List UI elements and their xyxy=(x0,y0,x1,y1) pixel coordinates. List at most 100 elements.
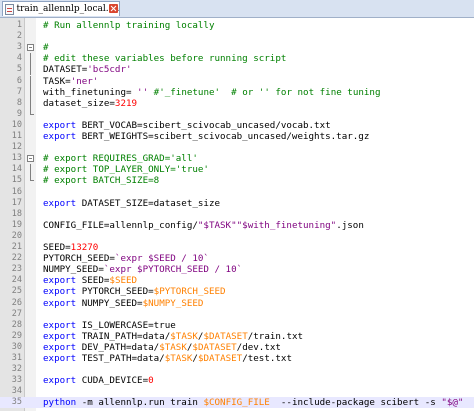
code-line[interactable]: 31 export TEST_PATH=data/$TASK/$DATASET/t… xyxy=(0,353,474,364)
code-line[interactable]: 30 export DEV_PATH=data/$TASK/$DATASET/de… xyxy=(0,342,474,353)
line-number: 31 xyxy=(11,353,22,363)
code-line[interactable]: 28 export IS_LOWERCASE=true xyxy=(0,320,474,331)
code-token: DATASET_SIZE=dataset_size xyxy=(76,197,221,209)
code-token: 13270 xyxy=(70,242,99,253)
code-token: with_finetuning= xyxy=(43,86,138,98)
code-line[interactable]: 34 xyxy=(0,386,474,397)
line-number: 13 xyxy=(11,153,22,164)
code-token: export xyxy=(43,197,77,209)
code-token: 0 xyxy=(148,375,154,387)
line-number: 33 xyxy=(11,375,22,386)
code-text: export TEST_PATH=data/$TASK/$DATASET/tes… xyxy=(43,353,292,364)
code-line[interactable]: 23 NUMPY_SEED=`expr $PYTORCH_SEED / 10` xyxy=(0,264,474,275)
code-line[interactable]: 19 CONFIG_FILE=allennlp_config/"$TASK""$w… xyxy=(0,220,474,231)
line-number: 10 xyxy=(11,119,22,130)
code-token: export xyxy=(43,330,77,342)
code-line[interactable]: 16 xyxy=(0,187,474,198)
code-token: CUDA_DEVICE= xyxy=(76,375,149,387)
code-text: with_finetuning= '' #'_finetune' # or ''… xyxy=(43,87,380,98)
line-number: 14 xyxy=(11,164,22,175)
code-text: # export BATCH_SIZE=8 xyxy=(43,175,159,186)
code-token: PYTORCH_SEED= xyxy=(76,286,154,298)
code-token: -m allennlp.run train xyxy=(76,397,204,409)
code-line[interactable]: 13 # export REQUIRES_GRAD='all' xyxy=(0,153,474,164)
code-text: export IS_LOWERCASE=true xyxy=(43,320,176,331)
code-line[interactable]: 2 xyxy=(0,31,474,42)
code-editor[interactable]: 1 # Run allennlp training locally 2 3 #4 # ed… xyxy=(0,18,474,411)
line-number: 8 xyxy=(16,97,22,108)
code-token: export xyxy=(43,297,77,309)
code-token: export xyxy=(43,286,77,298)
code-text: python -m allennlp.run train $CONFIG_FIL… xyxy=(43,397,463,408)
code-line[interactable]: 4 # edit these variables before running s… xyxy=(0,53,474,65)
code-line[interactable]: 24 export SEED=$SEED xyxy=(0,275,474,286)
code-line[interactable]: 35 python -m allennlp.run train $CONFIG_F… xyxy=(0,397,474,409)
code-text: export PYTORCH_SEED=$PYTORCH_SEED xyxy=(43,286,226,297)
code-line[interactable]: 3 # xyxy=(0,42,474,53)
fold-line xyxy=(30,97,31,109)
code-token: /test.txt xyxy=(242,353,292,364)
code-token: $CONFIG_FILE xyxy=(203,397,270,409)
line-number: 16 xyxy=(11,186,22,197)
code-line[interactable]: 18 xyxy=(0,209,474,220)
code-line[interactable]: 25 export PYTORCH_SEED=$PYTORCH_SEED xyxy=(0,286,474,297)
line-number: 29 xyxy=(11,330,22,341)
code-text: export DEV_PATH=data/$TASK/$DATASET/dev.… xyxy=(43,342,281,353)
file-tab[interactable]: train_allennlp_local.sh xyxy=(2,1,120,16)
code-token: dataset_size= xyxy=(43,97,115,109)
fold-line xyxy=(30,164,31,176)
code-token: $NUMPY_SEED xyxy=(142,297,204,309)
code-line[interactable]: 26 export NUMPY_SEED=$NUMPY_SEED xyxy=(0,298,474,309)
code-line[interactable]: 6 TASK='ner' xyxy=(0,75,474,87)
code-token: 3219 xyxy=(114,97,138,109)
code-token: # xyxy=(148,86,160,98)
code-line[interactable]: 22 PYTORCH_SEED=`expr $SEED / 10` xyxy=(0,253,474,264)
code-line[interactable]: 10 export BERT_VOCAB=scibert_scivocab_unc… xyxy=(0,120,474,131)
code-token: NUMPY_SEED= xyxy=(76,297,143,309)
code-line[interactable]: 17 export DATASET_SIZE=dataset_size xyxy=(0,198,474,209)
code-token: # export TOP_LAYER_ONLY='true' xyxy=(43,164,209,176)
code-line[interactable]: 12 xyxy=(0,142,474,153)
code-token: NUMPY_SEED= xyxy=(43,264,104,276)
code-line[interactable]: 5 DATASET='bc5cdr' xyxy=(0,64,474,76)
code-line[interactable]: 7 with_finetuning= '' #'_finetune' # or '… xyxy=(0,86,474,98)
code-token: PYTORCH_SEED= xyxy=(43,253,115,265)
line-number: 11 xyxy=(11,131,22,141)
code-text: dataset_size=3219 xyxy=(43,98,137,109)
line-number: 2 xyxy=(16,31,22,42)
line-number: 12 xyxy=(11,142,22,153)
code-token: export xyxy=(43,119,77,131)
code-token: python xyxy=(43,397,77,409)
code-line[interactable]: 15 # export BATCH_SIZE=8 xyxy=(0,175,474,186)
code-token: export xyxy=(43,319,77,331)
line-number: 19 xyxy=(11,219,22,230)
code-line[interactable]: 29 export TRAIN_PATH=data/$TASK/$DATASET/… xyxy=(0,331,474,342)
code-line[interactable]: 21 SEED=13270 xyxy=(0,242,474,253)
code-token: /train.txt xyxy=(247,330,304,342)
code-line[interactable]: 8 dataset_size=3219 xyxy=(0,97,474,109)
code-text: # edit these variables before running sc… xyxy=(43,53,286,64)
code-token: BERT_VOCAB=scibert_scivocab_uncased/voca… xyxy=(76,119,331,131)
line-number: 1 xyxy=(16,20,22,30)
code-text: export NUMPY_SEED=$NUMPY_SEED xyxy=(43,298,203,309)
line-number: 9 xyxy=(16,108,22,119)
code-token: /dev.txt xyxy=(236,341,281,353)
line-number: 18 xyxy=(11,208,22,219)
code-token: # or '' for not fine tuning xyxy=(220,86,381,98)
code-line[interactable]: 27 xyxy=(0,309,474,320)
code-line[interactable]: 33 export CUDA_DEVICE=0 xyxy=(0,375,474,386)
code-token: 'ner' xyxy=(70,75,99,87)
code-line[interactable]: 11 export BERT_WEIGHTS=scibert_scivocab_u… xyxy=(0,131,474,142)
code-line[interactable]: 14 # export TOP_LAYER_ONLY='true' xyxy=(0,164,474,176)
line-number: 26 xyxy=(11,297,22,308)
fold-collapse-icon[interactable] xyxy=(27,44,34,52)
code-token: export xyxy=(43,353,77,364)
code-line[interactable]: 32 xyxy=(0,364,474,375)
code-token: export xyxy=(43,131,77,142)
code-line[interactable]: 9 xyxy=(0,108,474,120)
code-token: TASK= xyxy=(43,75,71,87)
fold-collapse-icon[interactable] xyxy=(27,155,34,163)
code-line[interactable]: 1 # Run allennlp training locally xyxy=(0,20,474,31)
code-line[interactable]: 20 xyxy=(0,231,474,242)
close-icon[interactable] xyxy=(109,4,118,13)
